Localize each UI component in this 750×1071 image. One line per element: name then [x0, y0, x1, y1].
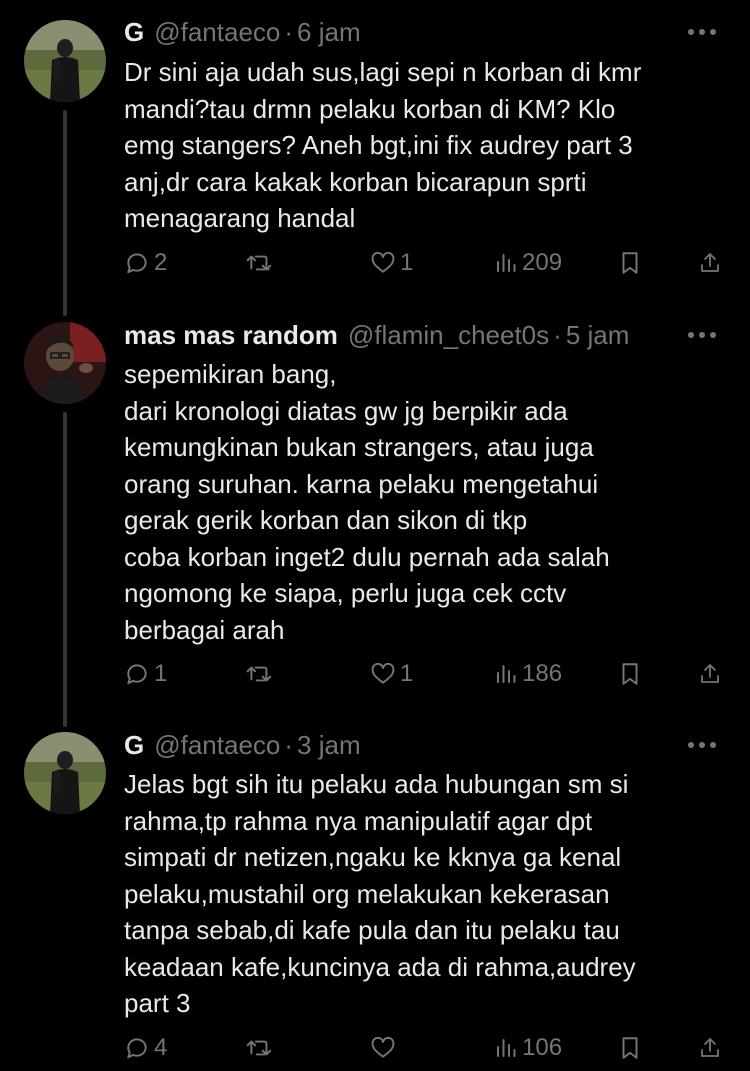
tweet-header: G @fantaeco · 3 jam [124, 728, 730, 762]
share-icon [698, 250, 722, 276]
bookmark-icon [618, 661, 642, 687]
views-button[interactable]: 186 [494, 654, 562, 694]
tweet-text-line: gerak gerik korban dan sikon di tkp [124, 505, 528, 535]
share-button[interactable] [698, 654, 722, 694]
tweet-text-line: tanpa sebab,di kafe pula dan itu pelaku … [124, 915, 620, 945]
tweet-text-line: ngomong ke siapa, perlu juga cek cctv [124, 578, 567, 608]
views-button[interactable]: 106 [494, 1028, 562, 1068]
more-icon[interactable] [682, 728, 722, 762]
tweet-text-line: part 3 [124, 988, 191, 1018]
views-icon [494, 662, 518, 686]
like-button[interactable]: 1 [370, 243, 413, 283]
separator-dot: · [284, 16, 294, 47]
tweet-text-line: sepemikiran bang, [124, 359, 337, 389]
separator-dot: · [553, 319, 562, 350]
avatar-photo [24, 732, 106, 814]
tweet-text-line: rahma,tp rahma nya manipulatif agar dpt [124, 805, 593, 836]
views-count: 106 [522, 1034, 563, 1061]
avatar[interactable] [24, 20, 106, 102]
repost-button[interactable] [246, 1028, 278, 1068]
avatar[interactable] [24, 732, 106, 814]
more-icon[interactable] [682, 15, 722, 49]
share-icon [698, 1035, 722, 1061]
tweet-text: Jelas bgt sih itu pelaku ada hubungan sm… [124, 766, 724, 1022]
like-icon [370, 1035, 396, 1061]
reply-icon [124, 661, 150, 687]
username-handle[interactable]: @flamin_cheet0s [348, 320, 549, 351]
reply-count: 1 [154, 660, 168, 687]
tweet-text-line: emg stangers? Aneh bgt,ini fix audrey pa… [124, 130, 633, 160]
reply-button[interactable]: 2 [124, 243, 167, 283]
tweet-text-line: simpati dr netizen,ngaku ke kknya ga ken… [124, 842, 622, 872]
share-icon [698, 661, 722, 687]
reply-icon [124, 1035, 150, 1061]
timestamp[interactable]: 5 jam [566, 320, 630, 351]
thread-line [63, 110, 67, 316]
tweet-text-line: orang suruhan. karna pelaku mengetahui [124, 468, 599, 499]
display-name[interactable]: G [124, 730, 144, 761]
tweet-text-line: pelaku,mustahil org melakukan kekerasan [124, 878, 610, 909]
display-name[interactable]: G [124, 17, 144, 48]
views-count: 209 [522, 249, 563, 276]
reply-icon [124, 250, 150, 276]
repost-button[interactable] [246, 654, 278, 694]
tweet-actions: 2 1 209 [124, 243, 730, 283]
share-button[interactable] [698, 243, 722, 283]
like-count: 1 [400, 660, 414, 687]
bookmark-icon [618, 250, 642, 276]
display-name[interactable]: mas mas random [124, 320, 338, 351]
username-handle[interactable]: @fantaeco [154, 730, 280, 761]
tweet-header: mas mas random @flamin_cheet0s · 5 jam [124, 318, 730, 352]
tweet-text-line: Dr sini aja udah sus,lagi sepi n korban … [124, 57, 642, 87]
reply-count: 4 [154, 1034, 168, 1061]
tweet-header: G @fantaeco · 6 jam [124, 15, 730, 49]
tweet-actions: 4 106 [124, 1028, 730, 1068]
repost-button[interactable] [246, 243, 278, 283]
tweet-text-line: menagarang handal [124, 203, 356, 233]
views-icon [494, 251, 518, 275]
bookmark-button[interactable] [618, 243, 642, 283]
like-button[interactable]: 1 [370, 654, 413, 694]
tweet-text: Dr sini aja udah sus,lagi sepi n korban … [124, 54, 724, 237]
reply-button[interactable]: 1 [124, 654, 167, 694]
tweet-text: sepemikiran bang, dari kronologi diatas … [124, 356, 724, 648]
bookmark-icon [618, 1035, 642, 1061]
views-icon [494, 1036, 518, 1060]
like-count: 1 [400, 249, 414, 276]
avatar-photo [24, 20, 106, 102]
reply-button[interactable]: 4 [124, 1028, 167, 1068]
timestamp[interactable]: 3 jam [297, 730, 361, 761]
repost-icon [246, 250, 274, 276]
repost-icon [246, 1035, 274, 1061]
share-button[interactable] [698, 1028, 722, 1068]
thread-line [63, 412, 67, 727]
tweet-text-line: mandi?tau drmn pelaku korban di KM? Klo [124, 93, 616, 124]
reply-count: 2 [154, 249, 168, 276]
repost-icon [246, 661, 274, 687]
more-icon[interactable] [682, 318, 722, 352]
bookmark-button[interactable] [618, 1028, 642, 1068]
like-button[interactable] [370, 1028, 400, 1068]
timestamp[interactable]: 6 jam [297, 17, 361, 48]
tweet-text-line: dari kronologi diatas gw jg berpikir ada [124, 395, 568, 426]
tweet-text-line: coba korban inget2 dulu pernah ada salah [124, 541, 610, 572]
avatar[interactable] [24, 322, 106, 404]
tweet-text-line: anj,dr cara kakak korban bicarapun sprti [124, 166, 587, 197]
avatar-photo [24, 322, 106, 404]
like-icon [370, 661, 396, 687]
tweet-text-line: kemungkinan bukan strangers, atau juga [124, 432, 594, 462]
like-icon [370, 250, 396, 276]
username-handle[interactable]: @fantaeco [154, 17, 280, 48]
tweet-text-line: berbagai arah [124, 614, 285, 645]
tweet-actions: 1 1 186 [124, 654, 730, 694]
views-count: 186 [522, 660, 563, 687]
separator-dot: · [284, 729, 294, 760]
bookmark-button[interactable] [618, 654, 642, 694]
tweet-text-line: Jelas bgt sih itu pelaku ada hubungan sm… [124, 769, 629, 799]
tweet-text-line: keadaan kafe,kuncinya ada di rahma,audre… [124, 951, 636, 982]
views-button[interactable]: 209 [494, 243, 562, 283]
